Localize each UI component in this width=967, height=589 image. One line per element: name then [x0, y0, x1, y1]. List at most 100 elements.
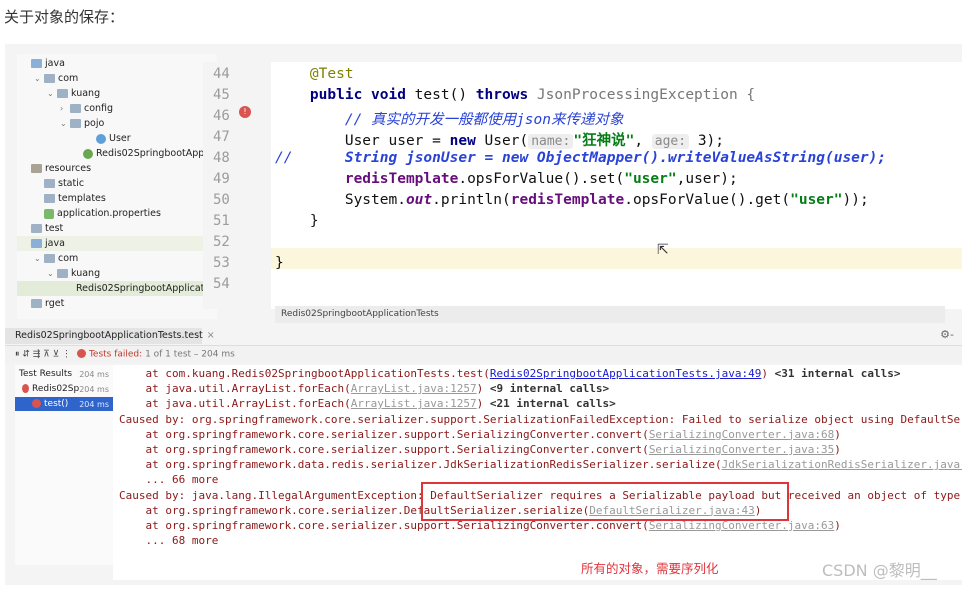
console-line: at com.kuang.Redis02SpringbootApplicatio… [119, 367, 901, 380]
tree-item[interactable]: ⌄ com [17, 71, 78, 86]
code-line-44: @Test [309, 66, 354, 82]
fail-icon [32, 399, 41, 408]
watermark: CSDN @黎明__ [822, 561, 937, 580]
current-line-highlight [271, 248, 962, 269]
annotation-note: 所有的对象，需要序列化 [581, 561, 719, 576]
stacktrace-link[interactable]: ArrayList.java:1257 [351, 382, 477, 395]
tree-item-label: com [58, 73, 79, 84]
code-line-47: User user = new User(name: "狂神说", age: 3)… [344, 133, 725, 149]
chevron-icon[interactable]: ⌄ [34, 254, 44, 263]
test-method-row[interactable]: test() 204 ms [15, 397, 113, 411]
chevron-icon[interactable]: ⌄ [34, 74, 44, 83]
tree-item-label: config [84, 103, 114, 114]
gear-icon[interactable]: ⚙- [940, 328, 954, 341]
console-line: at java.util.ArrayList.forEach(ArrayList… [119, 382, 610, 396]
tree-item[interactable]: templates [17, 191, 106, 206]
folder-icon [44, 179, 55, 188]
line-number: 50 [213, 192, 230, 208]
console-line: at org.springframework.core.serializer.s… [119, 443, 841, 456]
fail-icon [22, 384, 30, 393]
test-class-row[interactable]: Redis02Sp 204 ms [15, 382, 113, 396]
stacktrace-link[interactable]: ArrayList.java:1257 [351, 397, 477, 410]
folder-icon [44, 254, 55, 263]
test-results-root[interactable]: Test Results 204 ms [15, 367, 113, 381]
run-tab-label: Redis02SpringbootApplicationTests.test [15, 330, 203, 341]
chevron-icon[interactable]: ⌄ [47, 89, 57, 98]
tree-item[interactable]: ⌄ com [17, 251, 78, 266]
stacktrace-link[interactable]: JdkSerializationRedisSerializer.java: [722, 458, 962, 471]
source-folder-icon [31, 239, 42, 248]
code-editor[interactable]: 44 45 46 47 48 49 50 51 52 53 54 ! @Test public vo… [203, 62, 962, 309]
internal-calls[interactable]: <31 internal calls> [775, 367, 901, 380]
line-number: 54 [213, 276, 230, 292]
tree-item[interactable]: java [17, 236, 217, 251]
highlight-box [421, 482, 789, 521]
folder-icon [70, 104, 81, 113]
tree-item-label: rget [45, 298, 65, 309]
tree-item[interactable]: › config [17, 101, 113, 116]
tree-item[interactable]: ⌄ kuang [17, 266, 100, 281]
tree-item-label: application.properties [57, 208, 161, 219]
tree-item[interactable]: User [17, 131, 131, 146]
tree-item-label: java [45, 58, 65, 69]
run-toolbar: ⏸ ⇵ ⇶ ⊼ ⊻ ⋮ Tests failed: 1 of 1 test – … [5, 345, 962, 363]
tree-item[interactable]: rget [17, 296, 64, 311]
code-line-49: redisTemplate.opsForValue().set("user",u… [344, 171, 738, 187]
run-tab[interactable]: Redis02SpringbootApplicationTests.test × [5, 328, 215, 344]
stacktrace-link[interactable]: SerializingConverter.java:35 [649, 443, 834, 456]
folder-icon [31, 299, 42, 308]
console-line: Caused by: org.springframework.core.seri… [119, 412, 962, 426]
tests-failed-summary: 1 of 1 test – 204 ms [145, 349, 235, 360]
tree-item-label: pojo [84, 118, 105, 129]
stacktrace-link[interactable]: SerializingConverter.java:68 [649, 428, 834, 441]
folder-icon [44, 74, 55, 83]
internal-calls[interactable]: <9 internal calls> [490, 382, 609, 395]
folder-icon [70, 119, 81, 128]
console-line: at org.springframework.data.redis.serial… [119, 458, 962, 471]
code-line-50: System.out.println(redisTemplate.opsForV… [344, 192, 869, 208]
tree-item-label: com [58, 253, 79, 264]
chevron-icon[interactable]: ⌄ [60, 119, 70, 128]
tree-item-label: static [58, 178, 85, 189]
folder-icon [57, 89, 68, 98]
tree-item[interactable]: static [17, 176, 84, 191]
chevron-icon[interactable]: › [60, 104, 70, 113]
close-icon[interactable]: × [207, 330, 215, 341]
tree-item[interactable]: application.properties [17, 206, 161, 221]
tree-item-label: test [45, 223, 64, 234]
console-output[interactable]: ... 68 more at org.springframework.core.… [113, 365, 962, 580]
tests-failed-label: Tests failed: [88, 349, 143, 360]
console-line: ... 68 more [119, 534, 219, 548]
tree-item[interactable]: ⌄ kuang [17, 86, 100, 101]
resources-folder-icon [31, 164, 42, 173]
mouse-cursor-icon: ⇱ [657, 242, 669, 258]
code-line-51: } [309, 213, 319, 229]
line-number: 44 [213, 66, 230, 82]
tree-item[interactable]: test [17, 221, 63, 236]
tree-item[interactable]: java [17, 56, 65, 71]
tree-item[interactable]: ⌄ pojo [17, 116, 104, 131]
tree-item[interactable]: resources [17, 161, 91, 176]
tree-item-label: kuang [71, 268, 101, 279]
code-line-53: } [275, 255, 284, 271]
line-number: 49 [213, 171, 230, 187]
internal-calls[interactable]: <21 internal calls> [490, 397, 616, 410]
tree-item[interactable]: Redis02SpringbootApplicatio [17, 146, 217, 161]
line-number: 45 [213, 87, 230, 103]
console-line: at org.springframework.core.serializer.s… [119, 427, 841, 441]
tree-item-label: Redis02SpringbootApplication [76, 283, 217, 294]
line-number: 47 [213, 129, 230, 145]
tree-item[interactable]: Redis02SpringbootApplication [17, 281, 217, 296]
spring-class-icon [83, 148, 93, 159]
chevron-icon[interactable]: ⌄ [47, 269, 57, 278]
ide-screenshot: java ⌄ com ⌄ kuang › config ⌄ pojo User Redis02Spr… [5, 44, 962, 585]
run-test-icon[interactable]: ! [239, 106, 251, 118]
stacktrace-link[interactable]: Redis02SpringbootApplicationTests.java:4… [490, 367, 762, 380]
code-line-48: // String jsonUser = new ObjectMapper().… [275, 150, 887, 166]
editor-breadcrumb[interactable]: Redis02SpringbootApplicationTests [275, 306, 945, 323]
tree-item-label: User [109, 133, 131, 144]
class-icon [96, 133, 106, 144]
toolbar-icons[interactable]: ⏸ ⇵ ⇶ ⊼ ⊻ ⋮ [15, 350, 71, 360]
page-heading: 关于对象的保存： [4, 8, 125, 26]
line-number: 48 [213, 150, 230, 166]
